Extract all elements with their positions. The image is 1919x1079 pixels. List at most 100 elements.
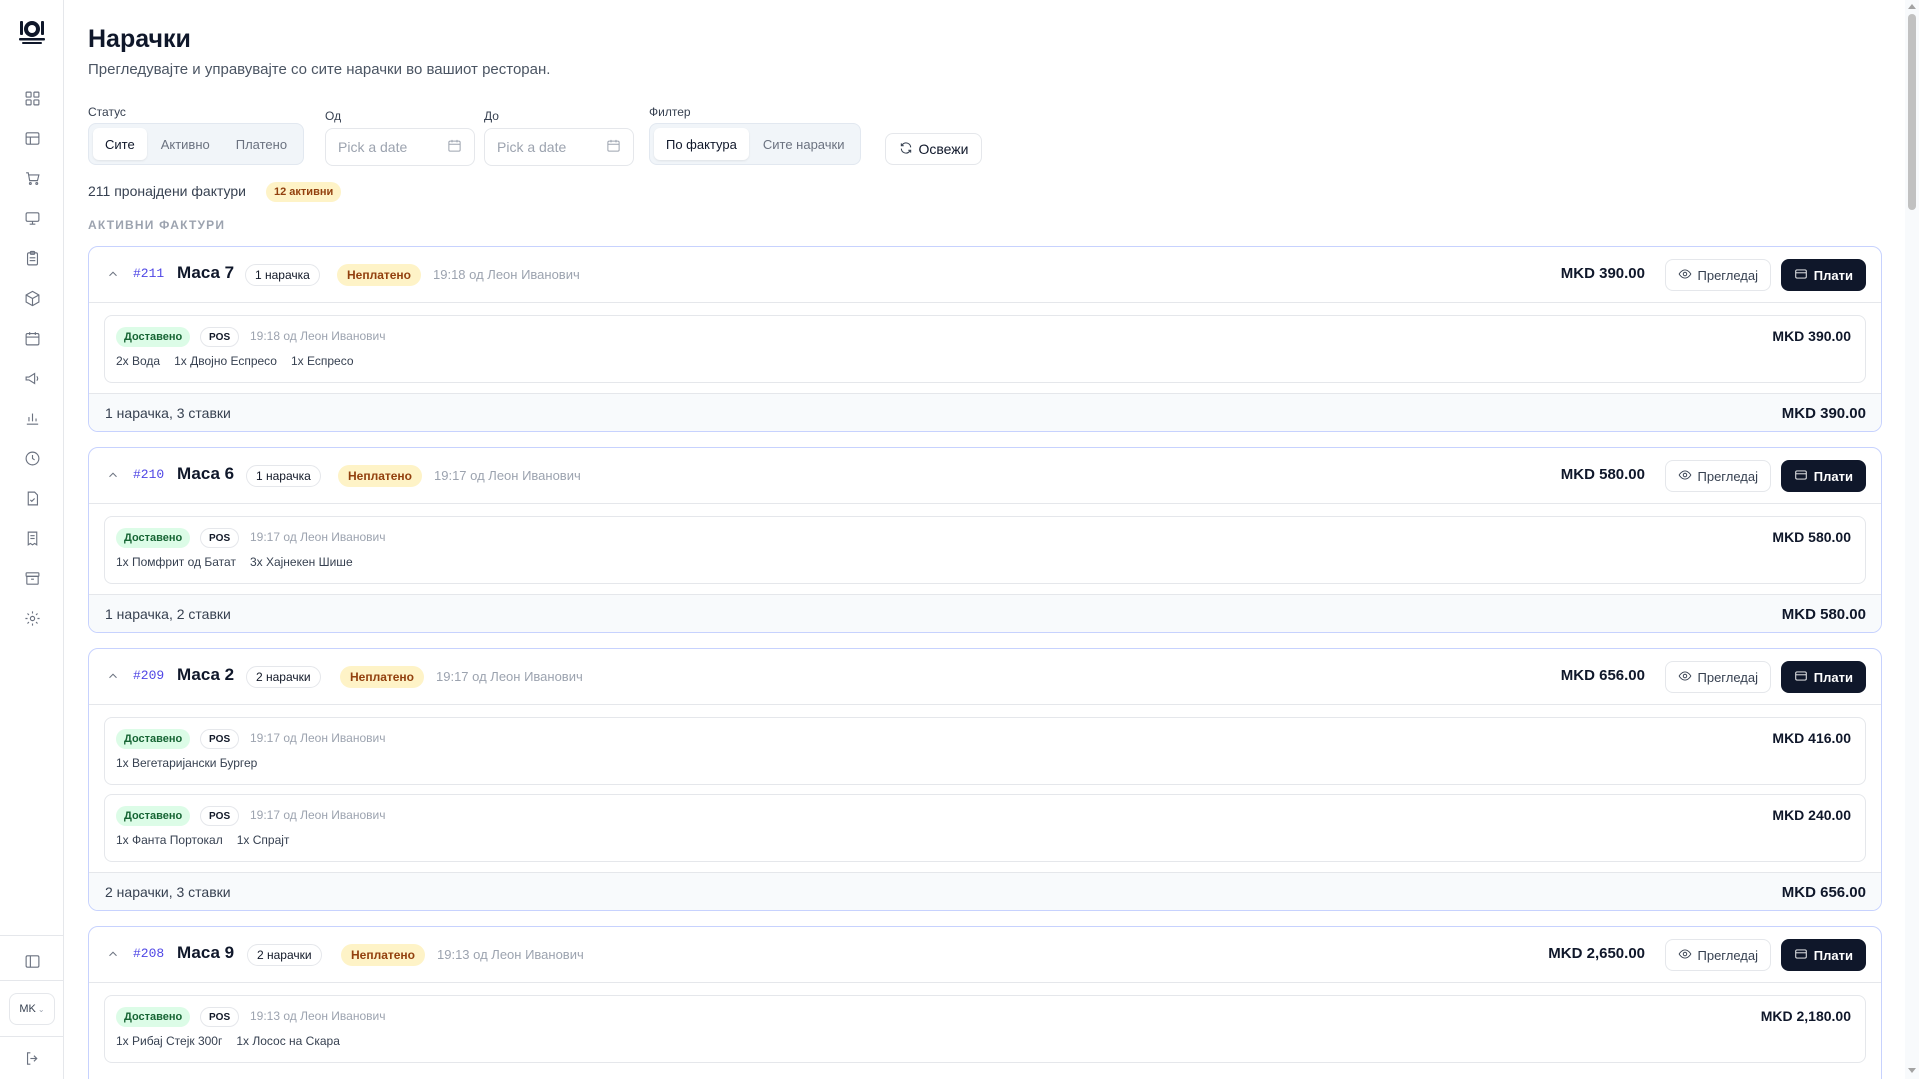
invoice-header[interactable]: #211 Маса 7 1 нарачка Неплатено 19:18 од… <box>89 247 1881 303</box>
order-item: 1x Фанта Портокал <box>116 833 223 847</box>
orders-count-badge: 2 нарачки <box>246 666 321 688</box>
refresh-label: Освежи <box>918 141 969 157</box>
order-item: 1x Вегетаријански Бургер <box>116 756 258 770</box>
receipt-icon[interactable] <box>22 528 42 548</box>
invoice-orders: Доставено POS 19:18 од Леон Иванович 2x … <box>89 303 1881 393</box>
source-badge: POS <box>200 327 240 347</box>
filter-option-by-invoice[interactable]: По фактура <box>654 128 749 160</box>
invoice-card: #209 Маса 2 2 нарачки Неплатено 19:17 од… <box>88 648 1882 911</box>
megaphone-icon[interactable] <box>22 368 42 388</box>
invoice-header[interactable]: #209 Маса 2 2 нарачки Неплатено 19:17 од… <box>89 649 1881 705</box>
pay-button[interactable]: Плати <box>1780 460 1866 492</box>
order-items: 2x Вода 1x Двојно Еспресо 1x Еспресо <box>116 354 354 368</box>
scroll-up-arrow-icon[interactable] <box>1908 4 1916 9</box>
invoice-total: MKD 2,650.00 <box>1548 945 1645 962</box>
language-label: MK <box>19 1003 36 1015</box>
date-from-placeholder: Pick a date <box>338 139 408 155</box>
pay-button[interactable]: Плати <box>1780 259 1866 291</box>
invoices-found-count: 211 пронајдени фактури <box>88 183 246 199</box>
credit-card-icon <box>1794 669 1808 686</box>
footer-summary: 1 нарачка, 2 ставки <box>105 606 231 622</box>
scrollbar-thumb[interactable] <box>1908 14 1916 210</box>
payment-status-badge: Неплатено <box>340 666 425 688</box>
invoice-orders: Доставено POS 19:13 од Леон Иванович 1x … <box>89 983 1881 1073</box>
invoice-header[interactable]: #210 Маса 6 1 нарачка Неплатено 19:17 од… <box>89 448 1881 504</box>
pay-label: Плати <box>1813 468 1853 484</box>
delivery-status-badge: Доставено <box>116 729 191 749</box>
invoice-orders: Доставено POS 19:17 од Леон Иванович 1x … <box>89 705 1881 872</box>
cart-icon[interactable] <box>22 168 42 188</box>
table-icon[interactable] <box>22 128 42 148</box>
invoice-meta: 19:17 од Леон Иванович <box>436 669 583 684</box>
status-option-active[interactable]: Активно <box>149 128 222 160</box>
view-button[interactable]: Прегледај <box>1664 661 1771 693</box>
pay-button[interactable]: Плати <box>1780 661 1866 693</box>
chevron-up-icon[interactable] <box>106 669 120 683</box>
dashboard-icon[interactable] <box>22 88 42 108</box>
order-row[interactable]: Доставено POS 19:17 од Леон Иванович 1x … <box>104 794 1866 862</box>
clock-icon[interactable] <box>22 448 42 468</box>
sidebar-divider <box>0 980 64 981</box>
sidebar-divider <box>0 935 64 936</box>
panel-toggle-icon[interactable] <box>22 951 42 971</box>
filter-option-all-orders[interactable]: Сите нарачки <box>751 128 857 160</box>
source-badge: POS <box>200 528 240 548</box>
sidebar-divider <box>0 1036 64 1037</box>
invoice-card: #208 Маса 9 2 нарачки Неплатено 19:13 од… <box>88 926 1882 1079</box>
chevron-up-icon[interactable] <box>106 947 120 961</box>
restaurant-logo-icon[interactable] <box>14 14 50 50</box>
document-icon[interactable] <box>22 488 42 508</box>
package-icon[interactable] <box>22 288 42 308</box>
status-option-all[interactable]: Сите <box>93 128 147 160</box>
chevron-up-icon[interactable] <box>106 468 120 482</box>
order-row[interactable]: Доставено POS 19:17 од Леон Иванович 1x … <box>104 516 1866 584</box>
invoice-footer: 2 нарачки, 3 ставки MKD 656.00 <box>89 872 1881 910</box>
orders-count-badge: 1 нарачка <box>245 264 320 286</box>
invoice-id: #210 <box>133 467 165 482</box>
chevron-up-icon[interactable] <box>106 267 120 281</box>
order-total: MKD 390.00 <box>1772 328 1851 344</box>
pay-button[interactable]: Плати <box>1780 939 1866 971</box>
chevron-down-icon: ⌄ <box>37 1004 45 1014</box>
view-button[interactable]: Прегледај <box>1664 460 1771 492</box>
source-badge: POS <box>200 729 240 749</box>
status-option-paid[interactable]: Платено <box>224 128 299 160</box>
view-label: Прегледај <box>1697 468 1759 484</box>
refresh-button[interactable]: Освежи <box>885 133 982 165</box>
scroll-down-arrow-icon[interactable] <box>1908 1068 1916 1073</box>
date-from-input[interactable]: Pick a date <box>325 128 475 166</box>
invoice-table: Маса 7 <box>177 263 235 282</box>
date-from-label: Од <box>325 109 342 123</box>
order-row[interactable]: Доставено POS 19:17 од Леон Иванович 1x … <box>104 717 1866 785</box>
order-row[interactable]: Доставено POS 19:13 од Леон Иванович 1x … <box>104 995 1866 1063</box>
view-button[interactable]: Прегледај <box>1664 939 1771 971</box>
invoice-table: Маса 6 <box>177 464 235 483</box>
invoice-header[interactable]: #208 Маса 9 2 нарачки Неплатено 19:13 од… <box>89 927 1881 983</box>
order-total: MKD 240.00 <box>1772 807 1851 823</box>
archive-icon[interactable] <box>22 568 42 588</box>
status-label: Статус <box>88 105 126 119</box>
invoice-id: #211 <box>133 266 165 281</box>
clipboard-icon[interactable] <box>22 248 42 268</box>
monitor-icon[interactable] <box>22 208 42 228</box>
invoice-total: MKD 656.00 <box>1560 667 1645 684</box>
date-to-input[interactable]: Pick a date <box>484 128 634 166</box>
language-selector[interactable]: MK ⌄ <box>9 993 55 1025</box>
order-item: 1x Помфрит од Батат <box>116 555 236 569</box>
settings-icon[interactable] <box>22 608 42 628</box>
order-total: MKD 416.00 <box>1772 730 1851 746</box>
invoice-id: #209 <box>133 668 165 683</box>
refresh-icon <box>899 141 913 158</box>
view-button[interactable]: Прегледај <box>1664 259 1771 291</box>
logout-icon[interactable] <box>22 1048 42 1068</box>
order-item: 2x Вода <box>116 354 161 368</box>
bar-chart-icon[interactable] <box>22 408 42 428</box>
filter-label: Филтер <box>649 105 691 119</box>
footer-total: MKD 656.00 <box>1781 884 1866 901</box>
invoice-meta: 19:18 од Леон Иванович <box>433 267 580 282</box>
credit-card-icon <box>1794 267 1808 284</box>
invoice-total: MKD 580.00 <box>1560 466 1645 483</box>
calendar-icon[interactable] <box>22 328 42 348</box>
page-scrollbar[interactable] <box>1905 0 1919 1079</box>
order-row[interactable]: Доставено POS 19:18 од Леон Иванович 2x … <box>104 315 1866 383</box>
